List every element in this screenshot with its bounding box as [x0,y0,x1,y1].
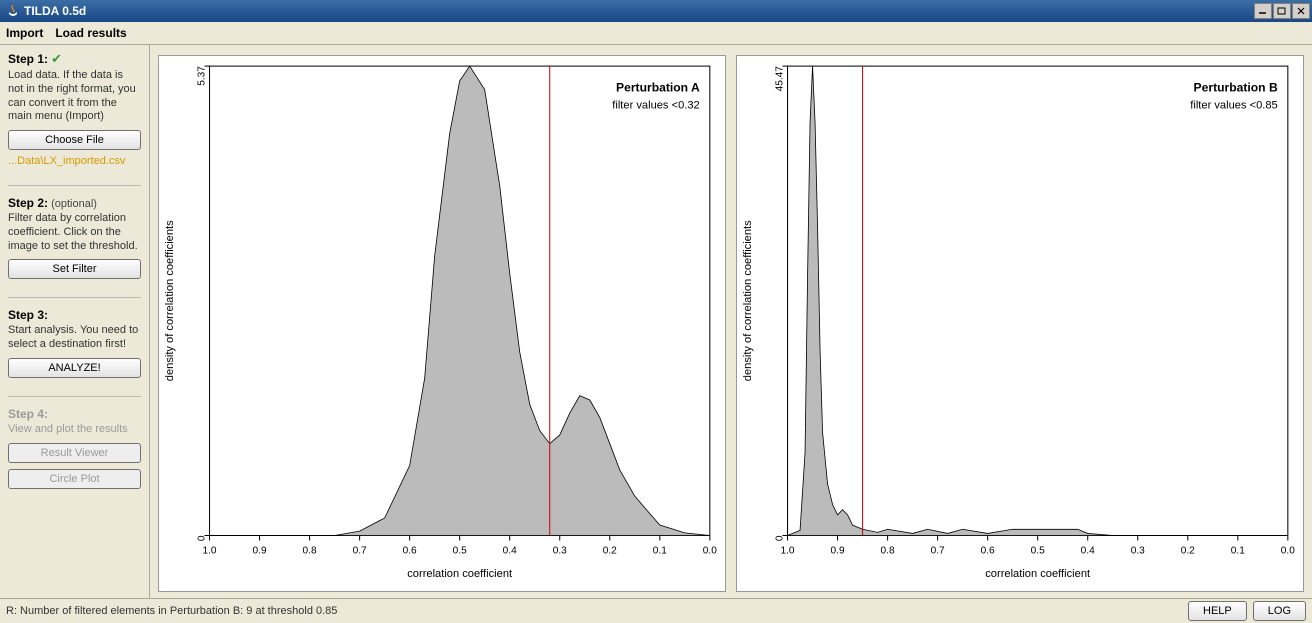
svg-text:Perturbation B: Perturbation B [1194,80,1278,94]
svg-text:0.1: 0.1 [1231,546,1245,557]
svg-text:0.3: 0.3 [1131,546,1145,557]
step-4-title: Step 4: [8,407,48,421]
java-icon [6,4,20,18]
svg-text:Perturbation A: Perturbation A [616,80,700,94]
analyze-button[interactable]: ANALYZE! [8,358,141,378]
step-1-title: Step 1: [8,52,48,66]
svg-text:filter values <0.85: filter values <0.85 [1190,99,1277,111]
step-3-title: Step 3: [8,308,48,322]
close-button[interactable] [1292,3,1310,19]
status-bar: R: Number of filtered elements in Pertur… [0,598,1312,623]
step-2-title: Step 2: [8,196,48,210]
choose-file-button[interactable]: Choose File [8,130,141,150]
minimize-button[interactable] [1254,3,1272,19]
step-4-text: View and plot the results [8,423,141,437]
divider [8,185,141,186]
title-bar: TILDA 0.5d [0,0,1312,22]
sidebar: Step 1: ✔ Load data. If the data is not … [0,45,150,598]
maximize-button[interactable] [1273,3,1291,19]
charts-area: 1.0 0.9 0.8 0.7 0.6 0.5 0.4 0.3 0.2 0.1 0.0 0 5.37 co… [150,45,1312,598]
svg-text:0.5: 0.5 [453,546,467,557]
svg-text:0.6: 0.6 [403,546,417,557]
svg-text:0.5: 0.5 [1031,546,1045,557]
svg-text:0.2: 0.2 [603,546,617,557]
svg-text:0.9: 0.9 [831,546,845,557]
svg-text:density of correlation coeffic: density of correlation coefficients [742,220,754,381]
svg-text:0.4: 0.4 [503,546,517,557]
svg-text:0.8: 0.8 [303,546,317,557]
svg-text:45.47: 45.47 [774,66,785,92]
menu-import[interactable]: Import [6,26,43,40]
status-message: R: Number of filtered elements in Pertur… [6,605,337,617]
window-controls [1254,3,1310,19]
chart-perturbation-b[interactable]: 1.0 0.9 0.8 0.7 0.6 0.5 0.4 0.3 0.2 0.1 0.0 0 45.47 c… [736,55,1304,592]
step-1-text: Load data. If the data is not in the rig… [8,69,141,124]
set-filter-button[interactable]: Set Filter [8,259,141,279]
divider [8,396,141,397]
svg-text:0: 0 [196,535,207,541]
svg-text:1.0: 1.0 [203,546,217,557]
log-button[interactable]: LOG [1253,601,1306,621]
svg-text:0.3: 0.3 [553,546,567,557]
step-2-optional: (optional) [51,198,97,210]
step-4: Step 4: View and plot the results Result… [8,407,141,489]
menu-load-results[interactable]: Load results [55,26,126,40]
result-viewer-button: Result Viewer [8,443,141,463]
check-icon: ✔ [51,51,62,66]
svg-text:0.2: 0.2 [1181,546,1195,557]
help-button[interactable]: HELP [1188,601,1247,621]
svg-text:0.6: 0.6 [981,546,995,557]
svg-text:0.0: 0.0 [703,546,717,557]
step-2-text: Filter data by correlation coefficient. … [8,212,141,253]
svg-text:correlation coefficient: correlation coefficient [985,568,1090,580]
step-3: Step 3: Start analysis. You need to sele… [8,308,141,378]
menu-bar: Import Load results [0,22,1312,45]
chart-perturbation-a[interactable]: 1.0 0.9 0.8 0.7 0.6 0.5 0.4 0.3 0.2 0.1 0.0 0 5.37 co… [158,55,726,592]
svg-text:1.0: 1.0 [781,546,795,557]
svg-text:0.7: 0.7 [353,546,367,557]
divider [8,297,141,298]
svg-text:5.37: 5.37 [196,66,207,86]
svg-text:0.4: 0.4 [1081,546,1095,557]
svg-text:0: 0 [774,535,785,541]
svg-text:density of correlation coeffic: density of correlation coefficients [164,220,176,381]
svg-text:correlation coefficient: correlation coefficient [407,568,512,580]
circle-plot-button: Circle Plot [8,469,141,489]
step-3-text: Start analysis. You need to select a des… [8,324,141,352]
svg-text:0.8: 0.8 [881,546,895,557]
svg-text:filter values <0.32: filter values <0.32 [612,99,699,111]
step-1: Step 1: ✔ Load data. If the data is not … [8,51,141,167]
loaded-file-name: ...Data\LX_imported.csv [8,155,141,167]
step-2: Step 2: (optional) Filter data by correl… [8,196,141,279]
svg-text:0.9: 0.9 [253,546,267,557]
window-title: TILDA 0.5d [24,4,86,18]
svg-text:0.0: 0.0 [1281,546,1295,557]
svg-text:0.1: 0.1 [653,546,667,557]
svg-text:0.7: 0.7 [931,546,945,557]
